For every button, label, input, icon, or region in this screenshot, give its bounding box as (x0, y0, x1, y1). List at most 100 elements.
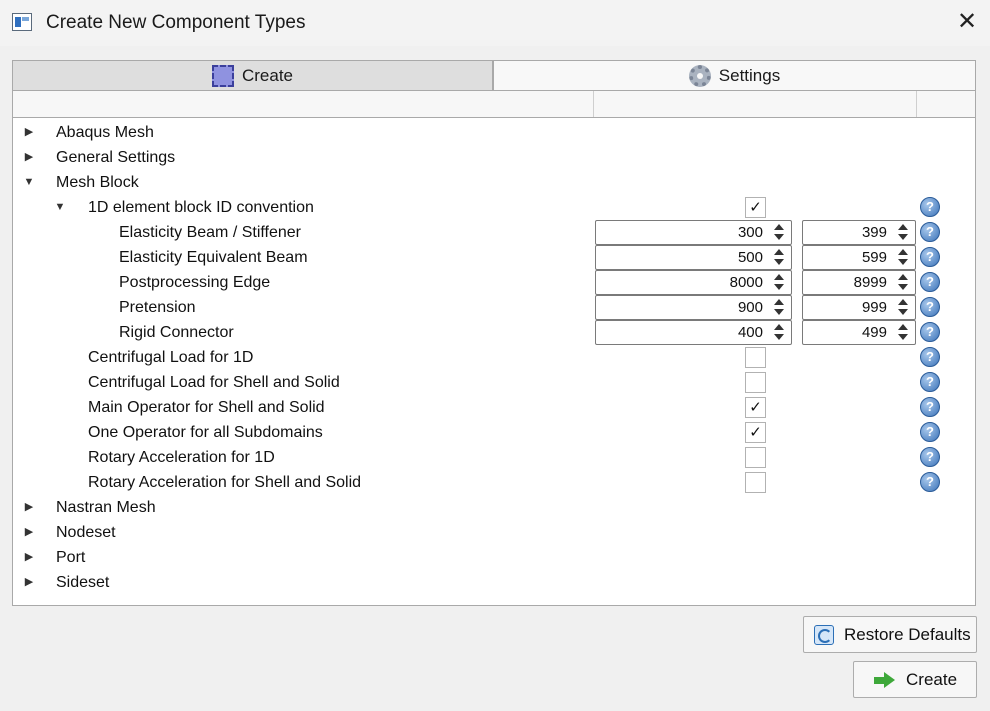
option-label: Rotary Acceleration for 1D (88, 449, 275, 466)
help-icon[interactable]: ? (920, 372, 940, 392)
option-checkbox[interactable]: ✓ (745, 422, 766, 443)
tree-item-label: Nastran Mesh (56, 499, 156, 516)
tab-create[interactable]: Create (12, 60, 493, 91)
tree-item-label: 1D element block ID convention (88, 199, 314, 216)
option-label: Centrifugal Load for 1D (88, 349, 254, 366)
help-icon[interactable]: ? (920, 397, 940, 417)
tree-item-port[interactable]: ▶ Port (13, 545, 975, 570)
help-icon[interactable]: ? (920, 272, 940, 292)
app-icon (12, 13, 32, 31)
spin-arrows-icon[interactable] (895, 248, 911, 267)
option-row-one-operator: One Operator for all Subdomains ✓ ? (13, 420, 975, 445)
option-row-centrifugal-load-1d: Centrifugal Load for 1D ? (13, 345, 975, 370)
spin-arrows-icon[interactable] (895, 273, 911, 292)
tab-settings-label: Settings (718, 65, 781, 85)
option-checkbox[interactable]: ✓ (745, 197, 766, 218)
help-icon[interactable]: ? (920, 197, 940, 217)
tree-item-sideset[interactable]: ▶ Sideset (13, 570, 975, 595)
expand-arrow-icon[interactable]: ▶ (22, 145, 36, 170)
option-label: Centrifugal Load for Shell and Solid (88, 374, 340, 391)
tree-header (12, 91, 976, 118)
spinbox-value: 400 (737, 324, 763, 341)
help-icon[interactable]: ? (920, 247, 940, 267)
option-checkbox[interactable] (745, 372, 766, 393)
expand-arrow-icon[interactable]: ▶ (22, 120, 36, 145)
max-id-spinbox[interactable]: 8999 (802, 270, 916, 295)
range-label: Postprocessing Edge (119, 274, 271, 291)
tab-create-label: Create (241, 65, 294, 85)
expand-arrow-icon[interactable]: ▶ (22, 495, 36, 520)
spin-arrows-icon[interactable] (771, 223, 787, 242)
max-id-spinbox[interactable]: 599 (802, 245, 916, 270)
range-row-pretension: Pretension 900 999 ? (13, 295, 975, 320)
option-row-main-operator: Main Operator for Shell and Solid ✓ ? (13, 395, 975, 420)
tab-bar: Create Settings (12, 60, 976, 91)
tree-item-nastran-mesh[interactable]: ▶ Nastran Mesh (13, 495, 975, 520)
restore-defaults-button[interactable]: Restore Defaults (803, 616, 977, 653)
close-icon[interactable]: ✕ (950, 6, 984, 40)
expand-arrow-icon[interactable]: ▶ (22, 545, 36, 570)
tab-settings[interactable]: Settings (493, 60, 976, 91)
range-row-rigid-connector: Rigid Connector 400 499 ? (13, 320, 975, 345)
spin-arrows-icon[interactable] (895, 323, 911, 342)
option-checkbox[interactable] (745, 472, 766, 493)
expand-arrow-icon[interactable]: ▶ (22, 520, 36, 545)
spin-arrows-icon[interactable] (771, 298, 787, 317)
window-title: Create New Component Types (46, 12, 306, 33)
min-id-spinbox[interactable]: 300 (595, 220, 792, 245)
expand-arrow-icon[interactable]: ▶ (22, 570, 36, 595)
spin-arrows-icon[interactable] (895, 223, 911, 242)
spin-arrows-icon[interactable] (771, 248, 787, 267)
help-icon[interactable]: ? (920, 297, 940, 317)
help-icon[interactable]: ? (920, 472, 940, 492)
spin-arrows-icon[interactable] (771, 273, 787, 292)
spinbox-value: 8999 (853, 274, 887, 291)
option-checkbox[interactable] (745, 347, 766, 368)
max-id-spinbox[interactable]: 399 (802, 220, 916, 245)
spinbox-value: 399 (861, 224, 887, 241)
tree-item-label: General Settings (56, 149, 176, 166)
range-label: Elasticity Beam / Stiffener (119, 224, 301, 241)
spin-arrows-icon[interactable] (771, 323, 787, 342)
tree-item-mesh-block[interactable]: ▼ Mesh Block (13, 170, 975, 195)
min-id-spinbox[interactable]: 500 (595, 245, 792, 270)
tree-item-nodeset[interactable]: ▶ Nodeset (13, 520, 975, 545)
help-icon[interactable]: ? (920, 347, 940, 367)
tree-item-label: Abaqus Mesh (56, 124, 154, 141)
help-icon[interactable]: ? (920, 447, 940, 467)
range-row-postprocessing-edge: Postprocessing Edge 8000 8999 ? (13, 270, 975, 295)
create-button[interactable]: Create (853, 661, 977, 698)
collapse-arrow-icon[interactable]: ▼ (53, 195, 67, 220)
spinbox-value: 900 (737, 299, 763, 316)
tree-item-label: Mesh Block (56, 174, 139, 191)
collapse-arrow-icon[interactable]: ▼ (22, 170, 36, 195)
min-id-spinbox[interactable]: 400 (595, 320, 792, 345)
min-id-spinbox[interactable]: 900 (595, 295, 792, 320)
spinbox-value: 8000 (729, 274, 763, 291)
range-row-elasticity-beam: Elasticity Beam / Stiffener 300 399 ? (13, 220, 975, 245)
max-id-spinbox[interactable]: 499 (802, 320, 916, 345)
option-label: One Operator for all Subdomains (88, 424, 323, 441)
help-icon[interactable]: ? (920, 222, 940, 242)
option-row-centrifugal-load-shell-solid: Centrifugal Load for Shell and Solid ? (13, 370, 975, 395)
tree-item-general-settings[interactable]: ▶ General Settings (13, 145, 975, 170)
option-label: Main Operator for Shell and Solid (88, 399, 325, 416)
spin-arrows-icon[interactable] (895, 298, 911, 317)
option-checkbox[interactable]: ✓ (745, 397, 766, 418)
header-divider[interactable] (593, 91, 594, 117)
min-id-spinbox[interactable]: 8000 (595, 270, 792, 295)
range-label: Elasticity Equivalent Beam (119, 249, 308, 266)
spinbox-value: 999 (861, 299, 887, 316)
tree-item-label: Sideset (56, 574, 110, 591)
tree-item-1d-block-id-convention[interactable]: ▼ 1D element block ID convention ✓ ? (13, 195, 975, 220)
option-checkbox[interactable] (745, 447, 766, 468)
max-id-spinbox[interactable]: 999 (802, 295, 916, 320)
range-label: Rigid Connector (119, 324, 234, 341)
range-label: Pretension (119, 299, 196, 316)
dialog-window: Create New Component Types ✕ Create Sett… (0, 0, 990, 711)
help-icon[interactable]: ? (920, 422, 940, 442)
gear-icon (688, 64, 711, 87)
tree-item-abaqus-mesh[interactable]: ▶ Abaqus Mesh (13, 120, 975, 145)
header-divider[interactable] (916, 91, 917, 117)
help-icon[interactable]: ? (920, 322, 940, 342)
